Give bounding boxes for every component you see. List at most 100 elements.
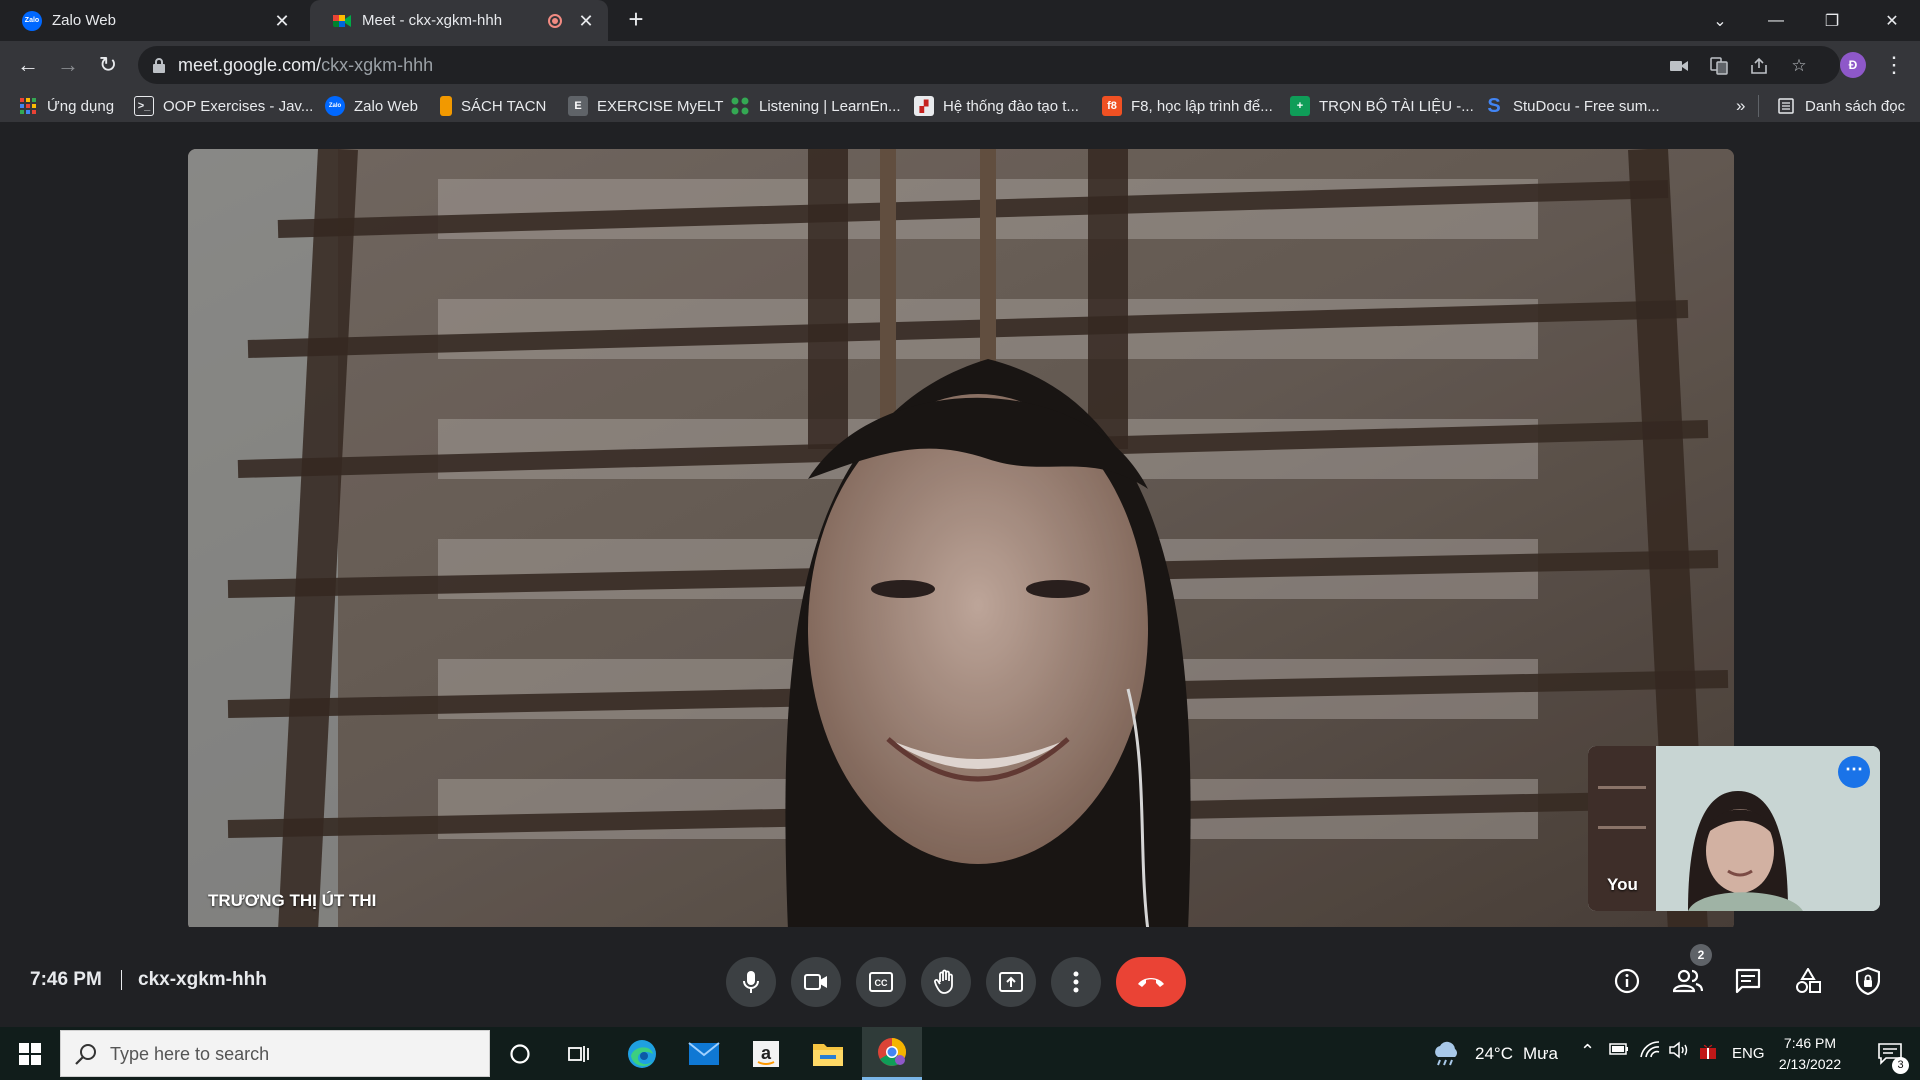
- bookmark-item[interactable]: Listening | LearnEn...: [730, 95, 901, 117]
- translate-icon[interactable]: [1708, 55, 1730, 77]
- people-button[interactable]: [1667, 960, 1709, 1002]
- e-letter-icon: E: [568, 96, 588, 116]
- end-call-button[interactable]: [1116, 957, 1186, 1007]
- clock-time: 7:46 PM: [1783, 1035, 1837, 1051]
- participant-video-frame: [188, 149, 1734, 931]
- task-view-button[interactable]: [550, 1027, 610, 1080]
- self-view-tile[interactable]: You ⋯: [1588, 746, 1880, 911]
- bookmark-label: TRỌN BỘ TÀI LIỆU -...: [1319, 97, 1474, 115]
- bookmark-label: Listening | LearnEn...: [759, 97, 901, 115]
- tab-strip: Zalo Zalo Web ✕ Meet - ckx-xgkm-hhh ✕ + …: [0, 0, 1920, 41]
- meeting-time: 7:46 PM: [30, 969, 102, 990]
- raise-hand-button[interactable]: [921, 957, 971, 1007]
- tab-search-icon[interactable]: ⌄: [1692, 0, 1748, 41]
- bookmark-item[interactable]: >_ OOP Exercises - Jav...: [134, 95, 313, 117]
- notification-count: 3: [1892, 1057, 1909, 1074]
- close-tab-icon[interactable]: ✕: [274, 12, 290, 30]
- tab-zalo-web[interactable]: Zalo Zalo Web ✕: [0, 0, 304, 41]
- url-text: meet.google.com/ckx-xgkm-hhh: [178, 55, 433, 76]
- weather-desc: Mưa: [1523, 1044, 1558, 1063]
- chat-button[interactable]: [1727, 960, 1769, 1002]
- present-button[interactable]: [986, 957, 1036, 1007]
- bookmarks-bar: Ứng dụng >_ OOP Exercises - Jav... Zalo Za…: [0, 89, 1920, 123]
- bookmark-item[interactable]: f8 F8, học lập trình để...: [1102, 95, 1273, 117]
- taskbar-clock[interactable]: 7:46 PM 2/13/2022: [1760, 1033, 1860, 1075]
- taskbar-mail[interactable]: [674, 1027, 734, 1080]
- taskbar-edge[interactable]: [612, 1027, 672, 1080]
- volume-icon[interactable]: [1669, 1041, 1691, 1064]
- meeting-info-divider: [121, 970, 122, 990]
- bookmark-label: Hệ thống đào tạo t...: [943, 97, 1079, 115]
- apps-grid-icon: [18, 96, 38, 116]
- book-icon: [440, 96, 452, 116]
- tray-overflow-icon[interactable]: ⌃: [1580, 1041, 1595, 1062]
- camera-button[interactable]: [791, 957, 841, 1007]
- camera-in-use-icon[interactable]: [1668, 55, 1690, 77]
- bookmark-item[interactable]: E EXERCISE MyELT: [568, 95, 723, 117]
- bookmark-label: Ứng dụng: [47, 97, 115, 115]
- chat-icon: [1735, 968, 1761, 994]
- back-button[interactable]: ←: [12, 49, 44, 81]
- battery-icon[interactable]: [1609, 1042, 1629, 1061]
- captions-icon: CC: [869, 972, 893, 992]
- share-icon[interactable]: [1748, 55, 1770, 77]
- weather-button[interactable]: [1426, 1027, 1466, 1080]
- start-button[interactable]: [0, 1027, 60, 1080]
- bookmarks-divider: [1758, 95, 1759, 117]
- folder-icon: [813, 1043, 843, 1066]
- search-placeholder: Type here to search: [110, 1044, 270, 1064]
- svg-text:CC: CC: [875, 978, 888, 988]
- svg-text:a: a: [761, 1043, 772, 1063]
- school-icon: ▞: [914, 96, 934, 116]
- bookmark-item[interactable]: S StuDocu - Free sum...: [1484, 94, 1659, 117]
- bookmark-item[interactable]: + TRỌN BỘ TÀI LIỆU -...: [1290, 95, 1474, 117]
- new-tab-button[interactable]: +: [622, 6, 650, 34]
- notification-center-button[interactable]: 3: [1860, 1027, 1920, 1080]
- restore-button[interactable]: ❐: [1804, 0, 1860, 41]
- reload-button[interactable]: ↻: [92, 49, 124, 81]
- bookmarks-overflow-button[interactable]: »: [1736, 95, 1745, 117]
- more-options-icon[interactable]: ⋯: [1838, 756, 1870, 788]
- activities-button[interactable]: [1787, 960, 1829, 1002]
- main-participant-video[interactable]: TRƯƠNG THỊ ÚT THI: [188, 149, 1734, 931]
- profile-avatar[interactable]: Đ: [1840, 52, 1866, 78]
- taskbar-search-box[interactable]: Type here to search: [60, 1030, 490, 1077]
- bookmark-item[interactable]: ▞ Hệ thống đào tạo t...: [914, 95, 1079, 117]
- reading-list-icon: [1776, 96, 1796, 116]
- more-options-button[interactable]: [1051, 957, 1101, 1007]
- bookmark-item[interactable]: Zalo Zalo Web: [325, 95, 418, 117]
- bookmark-star-icon[interactable]: ☆: [1788, 55, 1810, 77]
- amazon-icon: a: [753, 1040, 779, 1067]
- weather-temp: 24°C: [1475, 1044, 1513, 1063]
- meeting-info-button[interactable]: [1606, 960, 1648, 1002]
- taskbar-amazon[interactable]: a: [736, 1027, 796, 1080]
- taskbar-chrome[interactable]: [862, 1027, 922, 1080]
- close-tab-icon[interactable]: ✕: [578, 12, 594, 30]
- forward-button[interactable]: →: [52, 49, 84, 81]
- host-controls-icon: [1856, 967, 1880, 995]
- rain-cloud-icon: [1435, 1041, 1457, 1065]
- url-host: meet.google.com/: [178, 55, 322, 75]
- green-cross-icon: +: [1290, 96, 1310, 116]
- studocu-icon: S: [1487, 94, 1501, 117]
- camera-icon: [804, 974, 827, 990]
- bookmark-item[interactable]: SÁCH TACN: [440, 95, 546, 117]
- address-bar[interactable]: meet.google.com/ckx-xgkm-hhh ☆: [138, 46, 1840, 84]
- minimize-button[interactable]: —: [1748, 0, 1804, 41]
- microphone-button[interactable]: [726, 957, 776, 1007]
- lock-icon[interactable]: [152, 57, 166, 73]
- taskbar-file-explorer[interactable]: [798, 1027, 858, 1080]
- browser-menu-icon[interactable]: ⋮: [1880, 49, 1908, 81]
- close-window-button[interactable]: ✕: [1864, 0, 1920, 41]
- captions-button[interactable]: CC: [856, 957, 906, 1007]
- mcafee-icon[interactable]: [1698, 1040, 1718, 1065]
- reading-list-button[interactable]: Danh sách đọc: [1776, 95, 1905, 117]
- bookmark-item[interactable]: Ứng dụng: [18, 95, 114, 117]
- wifi-icon[interactable]: [1640, 1041, 1660, 1064]
- tab-title: Zalo Web: [52, 12, 116, 29]
- host-controls-button[interactable]: [1847, 960, 1889, 1002]
- bookmark-label: F8, học lập trình để...: [1131, 97, 1273, 115]
- tab-meet[interactable]: Meet - ckx-xgkm-hhh ✕: [310, 0, 608, 41]
- meet-stage: TRƯƠNG THỊ ÚT THI You ⋯: [0, 123, 1920, 1027]
- cortana-button[interactable]: [490, 1027, 550, 1080]
